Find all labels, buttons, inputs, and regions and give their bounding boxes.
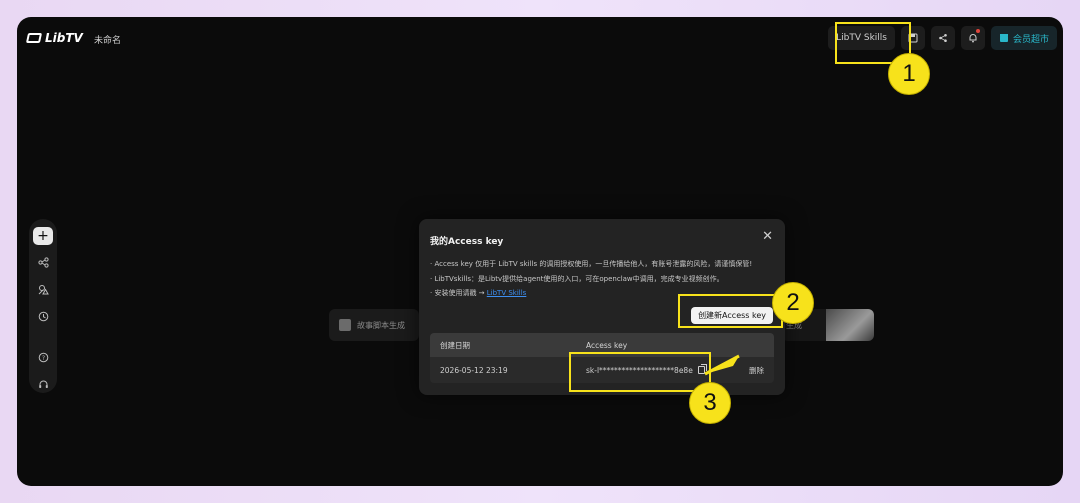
assets-button[interactable]	[33, 281, 53, 299]
document-title[interactable]: 未命名	[94, 33, 121, 46]
annotation-badge-1: 1	[888, 53, 930, 95]
story-script-label: 故事脚本生成	[357, 320, 405, 330]
note-item: · LibTVskills：是Libtv提供给agent使用的入口，可在open…	[430, 274, 724, 283]
close-icon[interactable]: ✕	[762, 230, 773, 243]
film-icon	[339, 319, 351, 331]
add-node-button[interactable]: +	[33, 227, 53, 245]
workflow-button[interactable]	[33, 254, 53, 272]
brand-name: LibTV	[45, 31, 83, 45]
help-button[interactable]: ?	[33, 348, 53, 366]
vip-label: 会员超市	[1012, 34, 1049, 45]
store-icon	[999, 34, 1008, 42]
brand-logo[interactable]: LibTV	[25, 31, 83, 45]
arrow-icon	[704, 354, 740, 376]
annotation-badge-3: 3	[689, 382, 731, 424]
asset-icon	[38, 284, 49, 295]
share-button[interactable]	[930, 26, 955, 50]
preview-thumbnail	[826, 309, 874, 341]
notification-button[interactable]	[960, 26, 985, 50]
header-key: Access key	[586, 340, 628, 350]
support-button[interactable]	[33, 375, 53, 393]
logo-icon	[25, 33, 43, 43]
add-icon: +	[37, 227, 49, 244]
story-script-chip[interactable]: 故事脚本生成	[329, 309, 419, 341]
left-toolbar: + ?	[29, 219, 57, 393]
help-icon: ?	[38, 352, 48, 363]
dialog-title: 我的Access key	[430, 237, 504, 247]
history-icon	[38, 311, 48, 322]
notification-badge	[975, 29, 980, 33]
highlight-create	[678, 294, 783, 328]
headset-icon	[38, 380, 48, 388]
svg-text:?: ?	[41, 355, 44, 362]
libtv-skills-link[interactable]: LibTV Skills	[487, 289, 527, 297]
bell-icon	[969, 34, 977, 43]
note-text: · 安装使用请戳 →	[430, 289, 487, 297]
highlight-key	[569, 352, 711, 392]
annotation-badge-2: 2	[772, 282, 814, 324]
app-window: LibTV 未命名 LibTV Skills 会员超市 + ? 故事脚本生成 生…	[17, 17, 1063, 486]
share-icon	[939, 34, 947, 42]
note-item: · Access key 仅用于 LibTV skills 的调用授权使用，一旦…	[430, 260, 753, 268]
row-date: 2026-05-12 23:19	[440, 365, 508, 375]
header-date: 创建日期	[440, 340, 470, 350]
vip-button[interactable]: 会员超市	[990, 26, 1057, 50]
nodes-icon	[37, 257, 49, 268]
history-button[interactable]	[33, 307, 53, 325]
